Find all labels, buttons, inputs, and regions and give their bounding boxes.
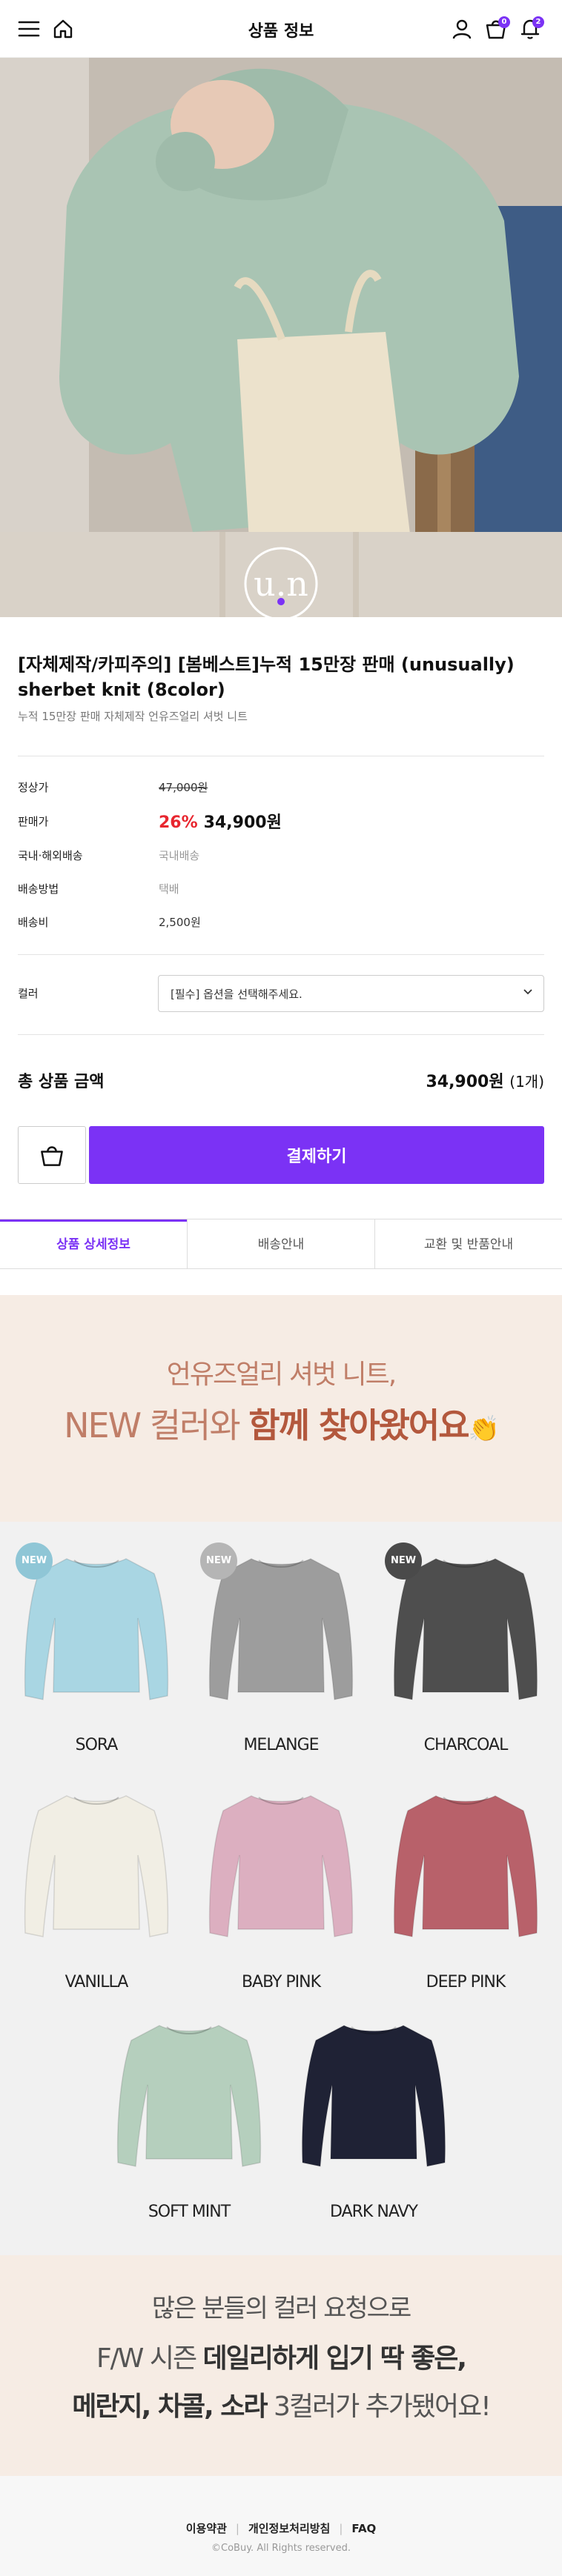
sweater-image [208,1795,354,1937]
sale-price-value: 26% 34,900원 [159,809,282,833]
sweater-image [301,2025,446,2167]
brand-logo-text: u.n [254,564,308,604]
product-subtitle: 누적 15만장 판매 자체제작 언유즈얼리 셔벗 니트 [18,710,248,723]
cart-count-badge: 0 [498,16,510,28]
color-name: DEEP PINK [426,1973,506,1991]
bell-icon[interactable]: 2 [518,16,544,41]
promo-banner: 언유즈얼리 셔벗 니트, NEW 컬러와 함께 찾아왔어요👏 [0,1295,562,1522]
banner-line-2: F/W 시즌 데일리하게 입기 딱 좋은, [0,2337,562,2375]
color-option-select[interactable]: [필수] 옵션을 선택해주세요. [158,975,544,1012]
product-info: [자체제작/카피주의] [봄베스트]누적 15만장 판매 (unusually)… [18,652,544,724]
color-name: DARK NAVY [330,2203,418,2221]
footer: 이용약관 | 개인정보처리방침 | FAQ ©CoBuy. All Rights res… [0,2476,562,2576]
list-price-value: 47,000원 [159,781,208,794]
total-label: 총 상품 금액 [18,1073,105,1091]
divider [18,1034,544,1035]
banner-line-1: 많은 분들의 컬러 요청으로 [151,2294,412,2323]
color-option-placeholder: [필수] 옵션을 선택해주세요. [171,988,303,1001]
color-item: SOFT MINT [104,2006,274,2221]
shipping-fee-value: 2,500원 [159,916,201,929]
separator: | [339,2522,343,2535]
faq-link[interactable]: FAQ [351,2522,376,2535]
footer-links: 이용약관 | 개인정보처리방침 | FAQ [0,2520,562,2536]
color-item: DEEP PINK [380,1777,551,1991]
color-name: MELANGE [243,1736,319,1754]
sweater-image [24,1795,169,1937]
tab-shipping[interactable]: 배송안내 [187,1219,374,1268]
color-item: NEW MELANGE [196,1540,366,1754]
color-item: BABY PINK [196,1777,366,1991]
color-grid: NEW SORA NEW MELANGE NEW CHARCOAL VANILLA BABY … [0,1522,562,2255]
color-item: VANILLA [11,1777,182,1991]
banner-line-3a: 메란지, 차콜, 소라 [72,2392,268,2422]
cart-icon[interactable]: 0 [483,16,510,41]
color-name: SOFT MINT [148,2203,231,2221]
notification-count-badge: 2 [532,16,544,28]
top-header: 상품 정보 0 2 [0,0,562,58]
banner-line-2a: F/W 시즌 [96,2343,203,2374]
shipping-region-row: 국내·해외배송 국내배송 [18,845,544,867]
chevron-down-icon [523,986,533,999]
shipping-method-value: 택배 [159,882,179,896]
product-title: [자체제작/카피주의] [봄베스트]누적 15만장 판매 (unusually)… [18,654,515,700]
new-badge: NEW [16,1542,53,1580]
page-title: 상품 정보 [248,22,314,41]
color-item: DARK NAVY [288,2006,459,2221]
terms-link[interactable]: 이용약관 [186,2522,227,2535]
banner-line-3: 메란지, 차콜, 소라 3컬러가 추가됐어요! [0,2385,562,2423]
shipping-region-label: 국내·해외배송 [18,849,83,862]
sweater-image [393,1795,538,1937]
copyright: ©CoBuy. All Rights reserved. [211,2543,351,2554]
sale-price: 34,900원 [203,813,282,832]
shipping-method-row: 배송방법 택배 [18,878,544,900]
privacy-link[interactable]: 개인정보처리방침 [248,2522,330,2535]
divider [18,954,544,955]
buy-button[interactable]: 결제하기 [89,1126,544,1184]
color-item: NEW SORA [11,1540,182,1754]
discount-rate: 26% [159,813,198,832]
shipping-fee-label: 배송비 [18,916,49,929]
sale-price-label: 판매가 [18,815,49,828]
detail-tabs: 상품 상세정보 배송안내 교환 및 반품안내 [0,1219,562,1269]
promo-line-2b: 함께 찾아왔어요 [248,1405,469,1445]
total-amount: 34,900원 [426,1073,504,1091]
list-price-row: 정상가 47,000원 [18,776,544,799]
user-icon[interactable] [449,16,475,41]
shipping-method-label: 배송방법 [18,882,59,896]
product-photo: u.n [0,58,562,617]
color-name: SORA [75,1736,119,1754]
product-hero-image: u.n [0,58,562,617]
new-badge: NEW [200,1542,237,1580]
shipping-region-value: 국내배송 [159,849,200,862]
promo-line-2: NEW 컬러와 함께 찾아왔어요👏 [0,1399,562,1448]
separator: | [235,2522,239,2535]
total-value: 34,900원 (1개) [426,1068,544,1092]
add-to-cart-button[interactable] [18,1126,86,1184]
banner-line-2b: 데일리하게 입기 딱 좋은, [202,2343,467,2374]
tab-product-detail[interactable]: 상품 상세정보 [0,1219,187,1268]
color-name: VANILLA [65,1973,129,1991]
promo-line-1: 언유즈얼리 셔벗 니트, [166,1359,397,1390]
sweater-image [116,2025,262,2167]
color-name: BABY PINK [241,1973,321,1991]
shipping-fee-row: 배송비 2,500원 [18,911,544,933]
color-item: NEW CHARCOAL [380,1540,551,1754]
promo-line-2a: NEW 컬러와 [64,1405,249,1445]
list-price-label: 정상가 [18,781,49,794]
total-quantity: (1개) [509,1073,544,1091]
new-badge: NEW [385,1542,422,1580]
color-name: CHARCOAL [423,1736,509,1754]
tab-returns[interactable]: 교환 및 반품안내 [374,1219,562,1268]
banner-line-3b: 3컬러가 추가됐어요! [266,2392,492,2422]
sale-price-row: 판매가 26% 34,900원 [18,808,544,834]
cart-icon [41,1146,63,1166]
clap-emoji-icon: 👏 [468,1414,500,1444]
color-request-banner: 많은 분들의 컬러 요청으로 F/W 시즌 데일리하게 입기 딱 좋은, 메란지… [0,2255,562,2476]
color-option-label: 컬러 [18,987,39,1000]
